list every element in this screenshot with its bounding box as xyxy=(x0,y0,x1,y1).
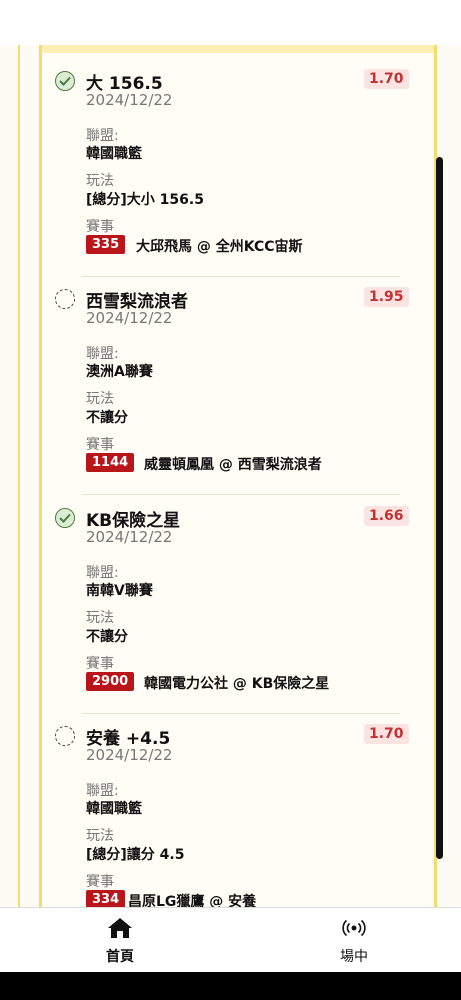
check-circle-icon xyxy=(55,71,75,91)
card-divider xyxy=(82,713,400,714)
league-value: 南韓V聯賽 xyxy=(86,583,153,599)
play-value: [總分]讓分 4.5 xyxy=(86,847,185,863)
event-label: 賽事 xyxy=(86,874,114,890)
league-label: 聯盟: xyxy=(86,346,119,362)
odds-badge: 1.70 xyxy=(364,724,409,744)
status-bar-area xyxy=(0,0,461,45)
bet-date: 2024/12/22 xyxy=(86,746,173,764)
play-label: 玩法 xyxy=(86,391,114,407)
event-label: 賽事 xyxy=(86,437,114,453)
pending-circle-icon xyxy=(55,726,75,746)
event-name: 韓國電力公社 @ KB保險之星 xyxy=(144,676,330,692)
league-label: 聯盟: xyxy=(86,128,119,144)
league-label: 聯盟: xyxy=(86,783,119,799)
event-label: 賽事 xyxy=(86,656,114,672)
odds-badge: 1.95 xyxy=(364,287,409,307)
scrollbar[interactable] xyxy=(436,157,443,859)
nav-item-live[interactable]: 場中 xyxy=(314,916,394,966)
live-broadcast-icon xyxy=(342,919,366,937)
event-name: 昌原LG獵鷹 @ 安養 xyxy=(128,894,257,907)
event-id-badge: 2900 xyxy=(86,672,135,691)
play-label: 玩法 xyxy=(86,610,114,626)
bet-list-panel[interactable]: 大 156.5 2024/12/22 1.70 聯盟: 韓國職籃 玩法 [總分]… xyxy=(39,45,437,907)
nav-label-live: 場中 xyxy=(340,949,368,965)
system-navigation-bar xyxy=(0,972,461,1000)
league-value: 韓國職籃 xyxy=(86,801,142,817)
event-name: 大邱飛馬 @ 全州KCC宙斯 xyxy=(136,239,303,255)
odds-badge: 1.70 xyxy=(364,69,409,89)
pending-circle-icon xyxy=(55,289,75,309)
home-icon xyxy=(108,918,132,938)
bet-date: 2024/12/22 xyxy=(86,309,173,327)
panel-top-band xyxy=(42,45,434,53)
play-value: 不讓分 xyxy=(86,410,128,426)
event-name: 威靈頓鳳凰 @ 西雪梨流浪者 xyxy=(144,457,322,473)
nav-item-home[interactable]: 首頁 xyxy=(80,916,160,966)
league-label: 聯盟: xyxy=(86,565,119,581)
event-id-badge: 1144 xyxy=(86,453,135,472)
league-value: 澳洲A聯賽 xyxy=(86,364,153,380)
play-label: 玩法 xyxy=(86,173,114,189)
card-divider xyxy=(82,276,400,277)
event-id-badge: 335 xyxy=(86,235,126,254)
bet-date: 2024/12/22 xyxy=(86,528,173,546)
play-value: [總分]大小 156.5 xyxy=(86,192,204,208)
nav-label-home: 首頁 xyxy=(106,949,134,965)
play-label: 玩法 xyxy=(86,828,114,844)
event-id-badge: 334 xyxy=(86,890,126,907)
bottom-nav: 首頁 場中 xyxy=(0,907,461,973)
card-divider xyxy=(82,494,400,495)
play-value: 不讓分 xyxy=(86,629,128,645)
check-circle-icon xyxy=(55,508,75,528)
event-label: 賽事 xyxy=(86,219,114,235)
odds-badge: 1.66 xyxy=(364,506,409,526)
league-value: 韓國職籃 xyxy=(86,146,142,162)
bet-date: 2024/12/22 xyxy=(86,91,173,109)
left-background-strip xyxy=(0,45,20,907)
